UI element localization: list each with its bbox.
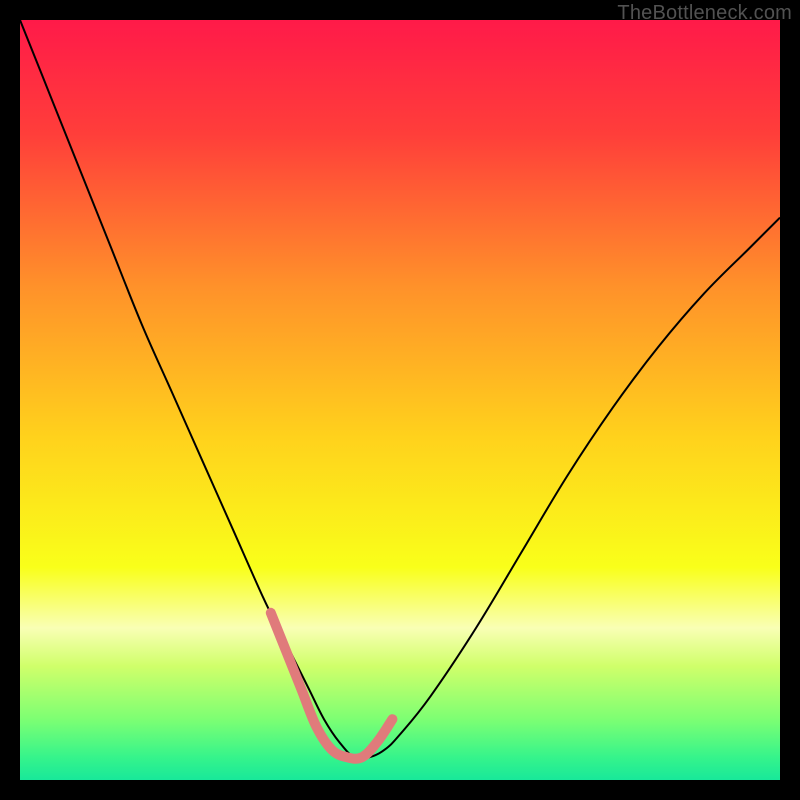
chart-background bbox=[20, 20, 780, 780]
chart-svg bbox=[20, 20, 780, 780]
chart-plot-area bbox=[20, 20, 780, 780]
chart-stage: TheBottleneck.com bbox=[0, 0, 800, 800]
